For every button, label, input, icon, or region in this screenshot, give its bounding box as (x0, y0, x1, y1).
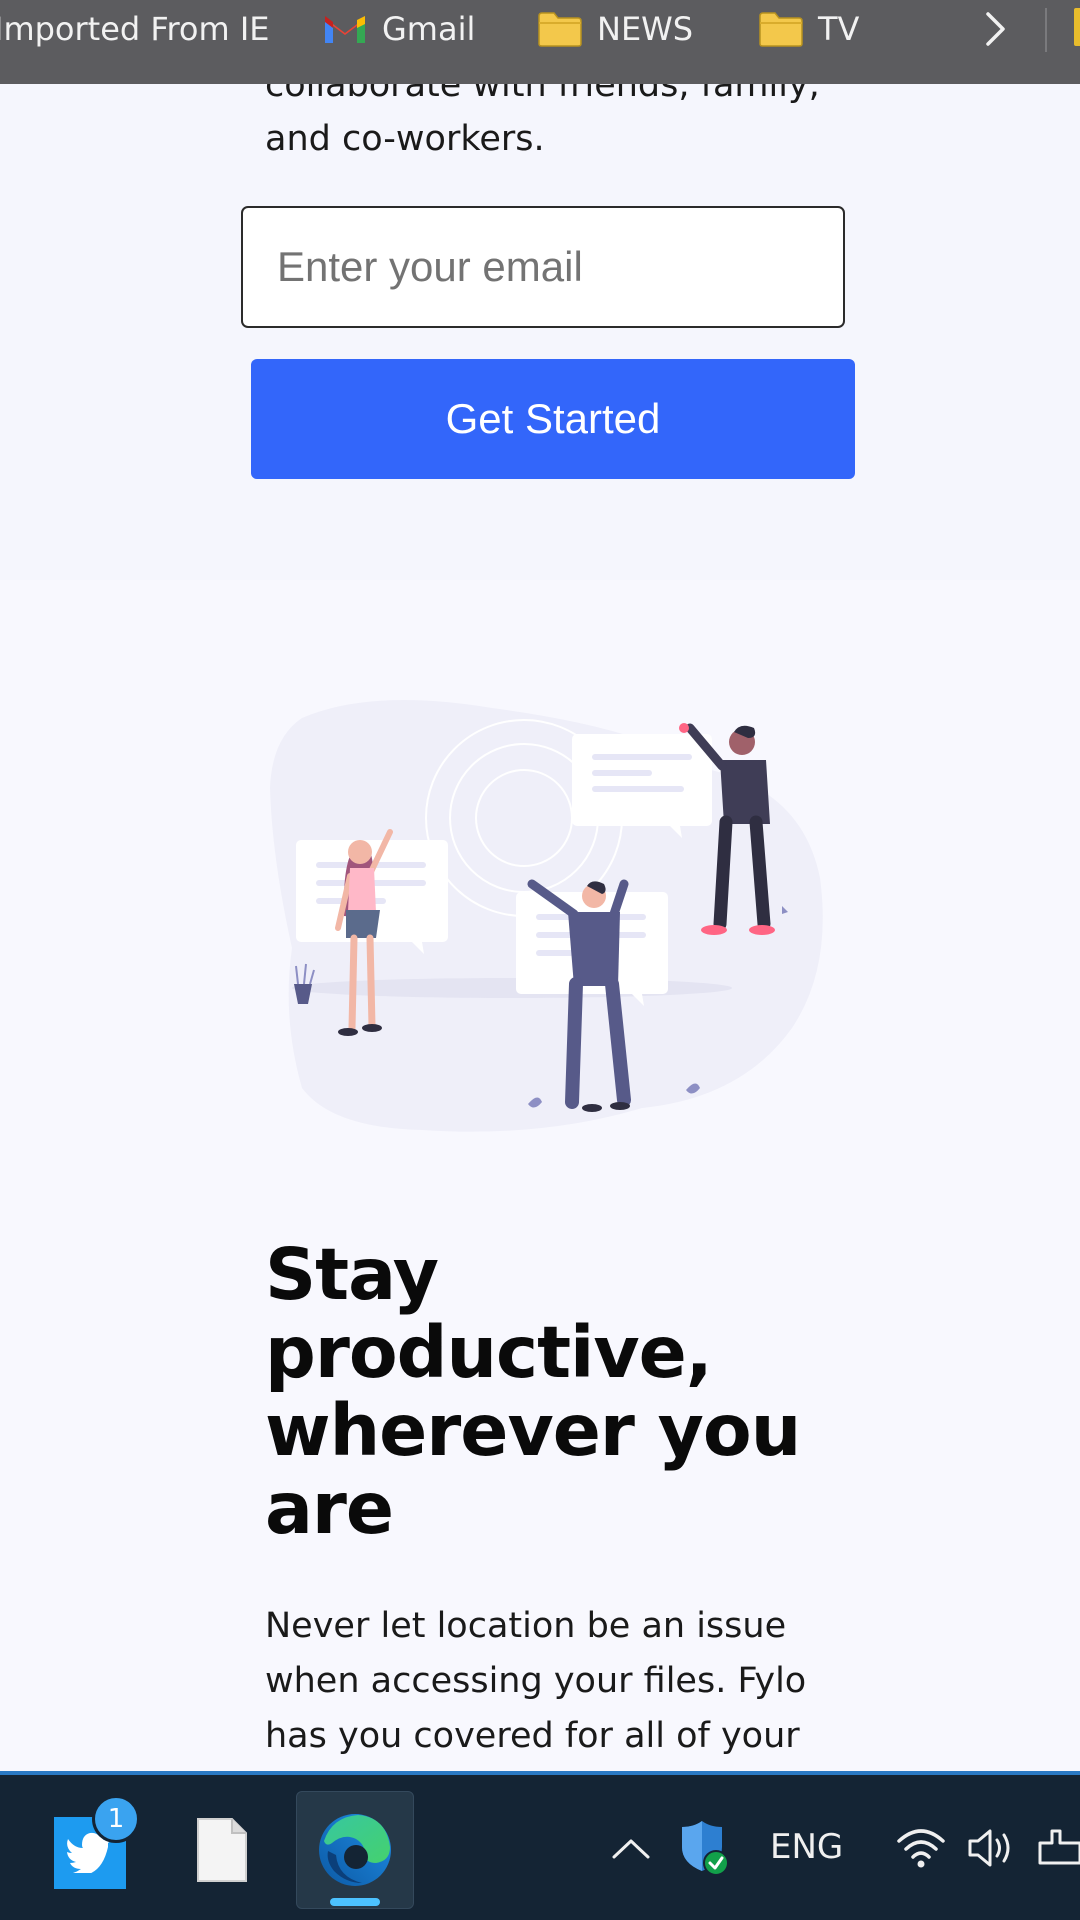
notification-badge: 1 (92, 1795, 140, 1843)
intro-text: collaborate with friends, family, and co… (265, 84, 820, 159)
bookmarks-bar: Imported From IE Gmail NEWS TV (0, 0, 1080, 84)
gmail-icon (322, 12, 368, 46)
page-content: collaborate with friends, family, and co… (0, 84, 1080, 1774)
hero-section: collaborate with friends, family, and co… (0, 84, 1080, 580)
bookmark-news[interactable]: NEWS (537, 0, 693, 58)
people-with-speech-bubbles-illustration (270, 700, 823, 1132)
get-started-button[interactable]: Get Started (251, 359, 855, 479)
bookmark-label: Gmail (382, 10, 476, 48)
folder-icon (537, 10, 583, 48)
taskbar: 1 ENG (0, 1771, 1080, 1920)
productive-section: Stay productive, wherever you are Never … (0, 580, 1080, 1774)
bookmark-label: TV (818, 10, 860, 48)
bookmark-label: NEWS (597, 10, 694, 48)
security-shield-icon[interactable] (680, 1819, 730, 1877)
folder-icon (758, 10, 804, 48)
section-body: Never let location be an issue when acce… (265, 1606, 807, 1756)
chevron-right-icon[interactable] (978, 8, 1012, 50)
section-heading: Stay productive, wherever you are (265, 1233, 801, 1550)
bookmark-tv[interactable]: TV (758, 0, 859, 58)
notification-icon[interactable] (1038, 1823, 1080, 1869)
bookmark-gmail[interactable]: Gmail (322, 0, 475, 58)
volume-icon[interactable] (966, 1825, 1016, 1871)
folder-icon[interactable] (1074, 8, 1080, 46)
file-icon[interactable] (196, 1817, 248, 1883)
edge-icon[interactable] (316, 1811, 394, 1889)
bookmark-imported-from-ie[interactable]: Imported From IE (0, 0, 269, 58)
bookmarks-divider (1045, 8, 1047, 52)
chevron-up-icon[interactable] (610, 1833, 652, 1863)
active-indicator (330, 1898, 380, 1906)
email-input[interactable] (241, 206, 845, 328)
language-indicator[interactable]: ENG (770, 1827, 843, 1867)
bookmark-label: Imported From IE (0, 10, 270, 48)
wifi-icon[interactable] (896, 1827, 946, 1869)
